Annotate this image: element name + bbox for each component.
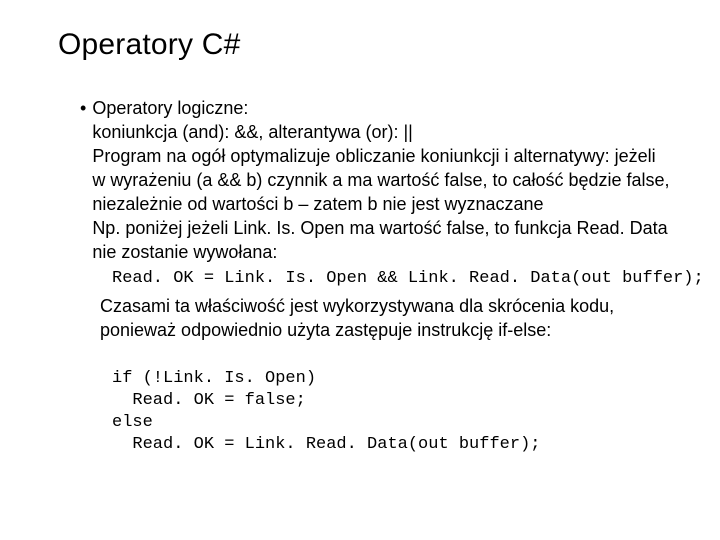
text-line: koniunkcja (and): &&, alterantywa (or): … — [92, 120, 670, 144]
code-block: if (!Link. Is. Open) Read. OK = false; e… — [80, 346, 670, 456]
text-line: Czasami ta właściwość jest wykorzystywan… — [80, 294, 670, 342]
code-line: if (!Link. Is. Open) — [112, 369, 316, 388]
text-line: Program na ogół optymalizuje obliczanie … — [92, 144, 670, 216]
bullet-header: Operatory logiczne: — [92, 96, 670, 120]
bullet-body: Operatory logiczne: koniunkcja (and): &&… — [92, 96, 670, 264]
code-line: Read. OK = false; — [112, 391, 306, 410]
bullet-item: • Operatory logiczne: koniunkcja (and): … — [80, 96, 670, 264]
code-line: else — [112, 413, 153, 432]
text-line: Np. poniżej jeżeli Link. Is. Open ma war… — [92, 216, 670, 264]
bullet-marker: • — [80, 96, 86, 120]
slide: Operatory C# • Operatory logiczne: koniu… — [0, 0, 720, 540]
code-line: Read. OK = Link. Read. Data(out buffer); — [112, 435, 540, 454]
slide-title: Operatory C# — [58, 28, 670, 62]
code-block: Read. OK = Link. Is. Open && Link. Read.… — [80, 268, 670, 290]
slide-content: • Operatory logiczne: koniunkcja (and): … — [58, 96, 670, 456]
